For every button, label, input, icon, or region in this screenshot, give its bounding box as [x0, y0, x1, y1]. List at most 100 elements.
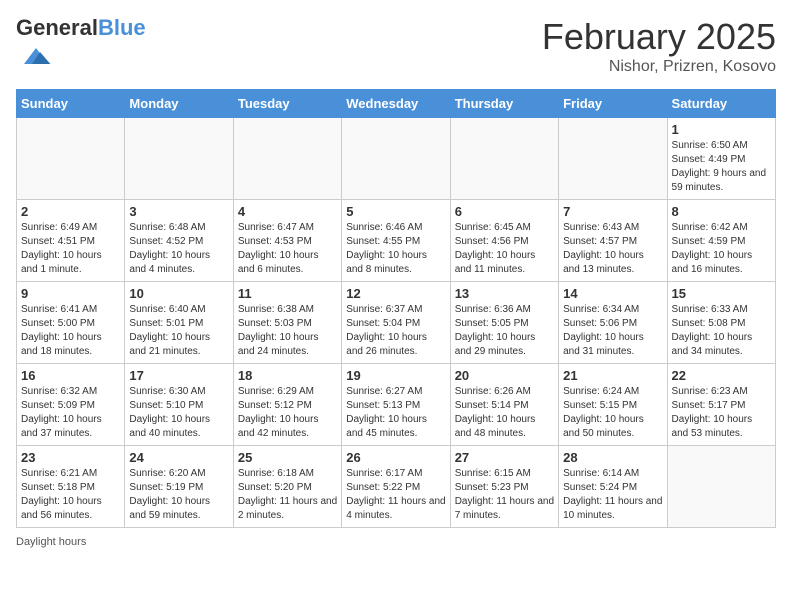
calendar-cell: 6 Sunrise: 6:45 AM Sunset: 4:56 PM Daylig…	[450, 200, 558, 282]
day-number: 14	[563, 286, 662, 301]
day-number: 18	[238, 368, 337, 383]
calendar-cell: 22 Sunrise: 6:23 AM Sunset: 5:17 PM Dayli…	[667, 364, 775, 446]
day-number: 1	[672, 122, 771, 137]
day-number: 15	[672, 286, 771, 301]
day-info: Sunrise: 6:15 AM Sunset: 5:23 PM Dayligh…	[455, 467, 554, 523]
calendar-cell: 3 Sunrise: 6:48 AM Sunset: 4:52 PM Daylig…	[125, 200, 233, 282]
calendar-cell	[17, 118, 125, 200]
day-number: 7	[563, 204, 662, 219]
calendar-cell: 14 Sunrise: 6:34 AM Sunset: 5:06 PM Dayli…	[559, 282, 667, 364]
day-number: 10	[129, 286, 228, 301]
calendar-cell: 17 Sunrise: 6:30 AM Sunset: 5:10 PM Dayli…	[125, 364, 233, 446]
day-number: 16	[21, 368, 120, 383]
day-info: Sunrise: 6:21 AM Sunset: 5:18 PM Dayligh…	[21, 467, 120, 523]
day-info: Sunrise: 6:23 AM Sunset: 5:17 PM Dayligh…	[672, 385, 771, 441]
logo-blue-text: Blue	[98, 15, 146, 40]
day-info: Sunrise: 6:30 AM Sunset: 5:10 PM Dayligh…	[129, 385, 228, 441]
day-number: 3	[129, 204, 228, 219]
day-info: Sunrise: 6:50 AM Sunset: 4:49 PM Dayligh…	[672, 139, 771, 195]
calendar-cell: 20 Sunrise: 6:26 AM Sunset: 5:14 PM Dayli…	[450, 364, 558, 446]
day-info: Sunrise: 6:36 AM Sunset: 5:05 PM Dayligh…	[455, 303, 554, 359]
day-info: Sunrise: 6:34 AM Sunset: 5:06 PM Dayligh…	[563, 303, 662, 359]
day-info: Sunrise: 6:41 AM Sunset: 5:00 PM Dayligh…	[21, 303, 120, 359]
logo-general-text: General	[16, 15, 98, 40]
calendar-cell	[342, 118, 450, 200]
calendar-cell: 8 Sunrise: 6:42 AM Sunset: 4:59 PM Daylig…	[667, 200, 775, 282]
calendar-cell: 10 Sunrise: 6:40 AM Sunset: 5:01 PM Dayli…	[125, 282, 233, 364]
day-number: 26	[346, 450, 445, 465]
day-info: Sunrise: 6:37 AM Sunset: 5:04 PM Dayligh…	[346, 303, 445, 359]
day-number: 9	[21, 286, 120, 301]
day-number: 23	[21, 450, 120, 465]
calendar-week-row: 16 Sunrise: 6:32 AM Sunset: 5:09 PM Dayli…	[17, 364, 776, 446]
calendar-cell: 25Sunrise: 6:18 AM Sunset: 5:20 PM Dayli…	[233, 446, 341, 528]
day-info: Sunrise: 6:38 AM Sunset: 5:03 PM Dayligh…	[238, 303, 337, 359]
calendar-cell: 19 Sunrise: 6:27 AM Sunset: 5:13 PM Dayli…	[342, 364, 450, 446]
day-info: Sunrise: 6:20 AM Sunset: 5:19 PM Dayligh…	[129, 467, 228, 523]
calendar-cell: 2 Sunrise: 6:49 AM Sunset: 4:51 PM Daylig…	[17, 200, 125, 282]
calendar-cell	[559, 118, 667, 200]
calendar-week-row: 2 Sunrise: 6:49 AM Sunset: 4:51 PM Daylig…	[17, 200, 776, 282]
calendar-cell: 27 Sunrise: 6:15 AM Sunset: 5:23 PM Dayli…	[450, 446, 558, 528]
day-number: 17	[129, 368, 228, 383]
day-number: 13	[455, 286, 554, 301]
day-number: 22	[672, 368, 771, 383]
day-info: Sunrise: 6:27 AM Sunset: 5:13 PM Dayligh…	[346, 385, 445, 441]
calendar-cell: 16 Sunrise: 6:32 AM Sunset: 5:09 PM Dayli…	[17, 364, 125, 446]
day-info: Sunrise: 6:49 AM Sunset: 4:51 PM Dayligh…	[21, 221, 120, 277]
day-info: Sunrise: 6:42 AM Sunset: 4:59 PM Dayligh…	[672, 221, 771, 277]
day-number: 28	[563, 450, 662, 465]
day-number: 27	[455, 450, 554, 465]
calendar-cell: 24 Sunrise: 6:20 AM Sunset: 5:19 PM Dayli…	[125, 446, 233, 528]
logo-icon	[20, 40, 52, 72]
day-info: Sunrise: 6:18 AM Sunset: 5:20 PM Dayligh…	[238, 467, 337, 523]
calendar-footer: Daylight hours	[16, 536, 776, 548]
location-title: Nishor, Prizren, Kosovo	[542, 58, 776, 76]
day-info: Sunrise: 6:14 AM Sunset: 5:24 PM Dayligh…	[563, 467, 662, 523]
calendar-week-row: 23 Sunrise: 6:21 AM Sunset: 5:18 PM Dayli…	[17, 446, 776, 528]
day-info: Sunrise: 6:45 AM Sunset: 4:56 PM Dayligh…	[455, 221, 554, 277]
weekday-header: Thursday	[450, 90, 558, 118]
calendar-cell	[667, 446, 775, 528]
weekday-header: Saturday	[667, 90, 775, 118]
weekday-header-row: SundayMondayTuesdayWednesdayThursdayFrid…	[17, 90, 776, 118]
day-info: Sunrise: 6:26 AM Sunset: 5:14 PM Dayligh…	[455, 385, 554, 441]
calendar-cell	[233, 118, 341, 200]
day-info: Sunrise: 6:46 AM Sunset: 4:55 PM Dayligh…	[346, 221, 445, 277]
day-number: 24	[129, 450, 228, 465]
calendar-cell: 23 Sunrise: 6:21 AM Sunset: 5:18 PM Dayli…	[17, 446, 125, 528]
day-number: 6	[455, 204, 554, 219]
calendar-table: SundayMondayTuesdayWednesdayThursdayFrid…	[16, 89, 776, 528]
calendar-week-row: 1 Sunrise: 6:50 AM Sunset: 4:49 PM Daylig…	[17, 118, 776, 200]
day-info: Sunrise: 6:33 AM Sunset: 5:08 PM Dayligh…	[672, 303, 771, 359]
calendar-cell	[450, 118, 558, 200]
calendar-cell: 18 Sunrise: 6:29 AM Sunset: 5:12 PM Dayli…	[233, 364, 341, 446]
calendar-cell: 15 Sunrise: 6:33 AM Sunset: 5:08 PM Dayli…	[667, 282, 775, 364]
day-info: Sunrise: 6:29 AM Sunset: 5:12 PM Dayligh…	[238, 385, 337, 441]
day-number: 4	[238, 204, 337, 219]
day-number: 20	[455, 368, 554, 383]
day-number: 5	[346, 204, 445, 219]
month-title: February 2025	[542, 16, 776, 58]
day-info: Sunrise: 6:48 AM Sunset: 4:52 PM Dayligh…	[129, 221, 228, 277]
daylight-hours-label: Daylight hours	[16, 536, 86, 548]
logo: GeneralBlue	[16, 16, 146, 77]
day-number: 21	[563, 368, 662, 383]
day-number: 2	[21, 204, 120, 219]
day-info: Sunrise: 6:24 AM Sunset: 5:15 PM Dayligh…	[563, 385, 662, 441]
weekday-header: Tuesday	[233, 90, 341, 118]
calendar-cell: 9 Sunrise: 6:41 AM Sunset: 5:00 PM Daylig…	[17, 282, 125, 364]
weekday-header: Sunday	[17, 90, 125, 118]
day-info: Sunrise: 6:47 AM Sunset: 4:53 PM Dayligh…	[238, 221, 337, 277]
calendar-cell: 26Sunrise: 6:17 AM Sunset: 5:22 PM Dayli…	[342, 446, 450, 528]
day-info: Sunrise: 6:32 AM Sunset: 5:09 PM Dayligh…	[21, 385, 120, 441]
day-number: 8	[672, 204, 771, 219]
calendar-cell: 4 Sunrise: 6:47 AM Sunset: 4:53 PM Daylig…	[233, 200, 341, 282]
calendar-cell: 7Sunrise: 6:43 AM Sunset: 4:57 PM Daylig…	[559, 200, 667, 282]
calendar-week-row: 9 Sunrise: 6:41 AM Sunset: 5:00 PM Daylig…	[17, 282, 776, 364]
calendar-cell: 12Sunrise: 6:37 AM Sunset: 5:04 PM Dayli…	[342, 282, 450, 364]
day-number: 19	[346, 368, 445, 383]
day-info: Sunrise: 6:40 AM Sunset: 5:01 PM Dayligh…	[129, 303, 228, 359]
calendar-cell: 21 Sunrise: 6:24 AM Sunset: 5:15 PM Dayli…	[559, 364, 667, 446]
page-header: GeneralBlue February 2025 Nishor, Prizre…	[16, 16, 776, 77]
